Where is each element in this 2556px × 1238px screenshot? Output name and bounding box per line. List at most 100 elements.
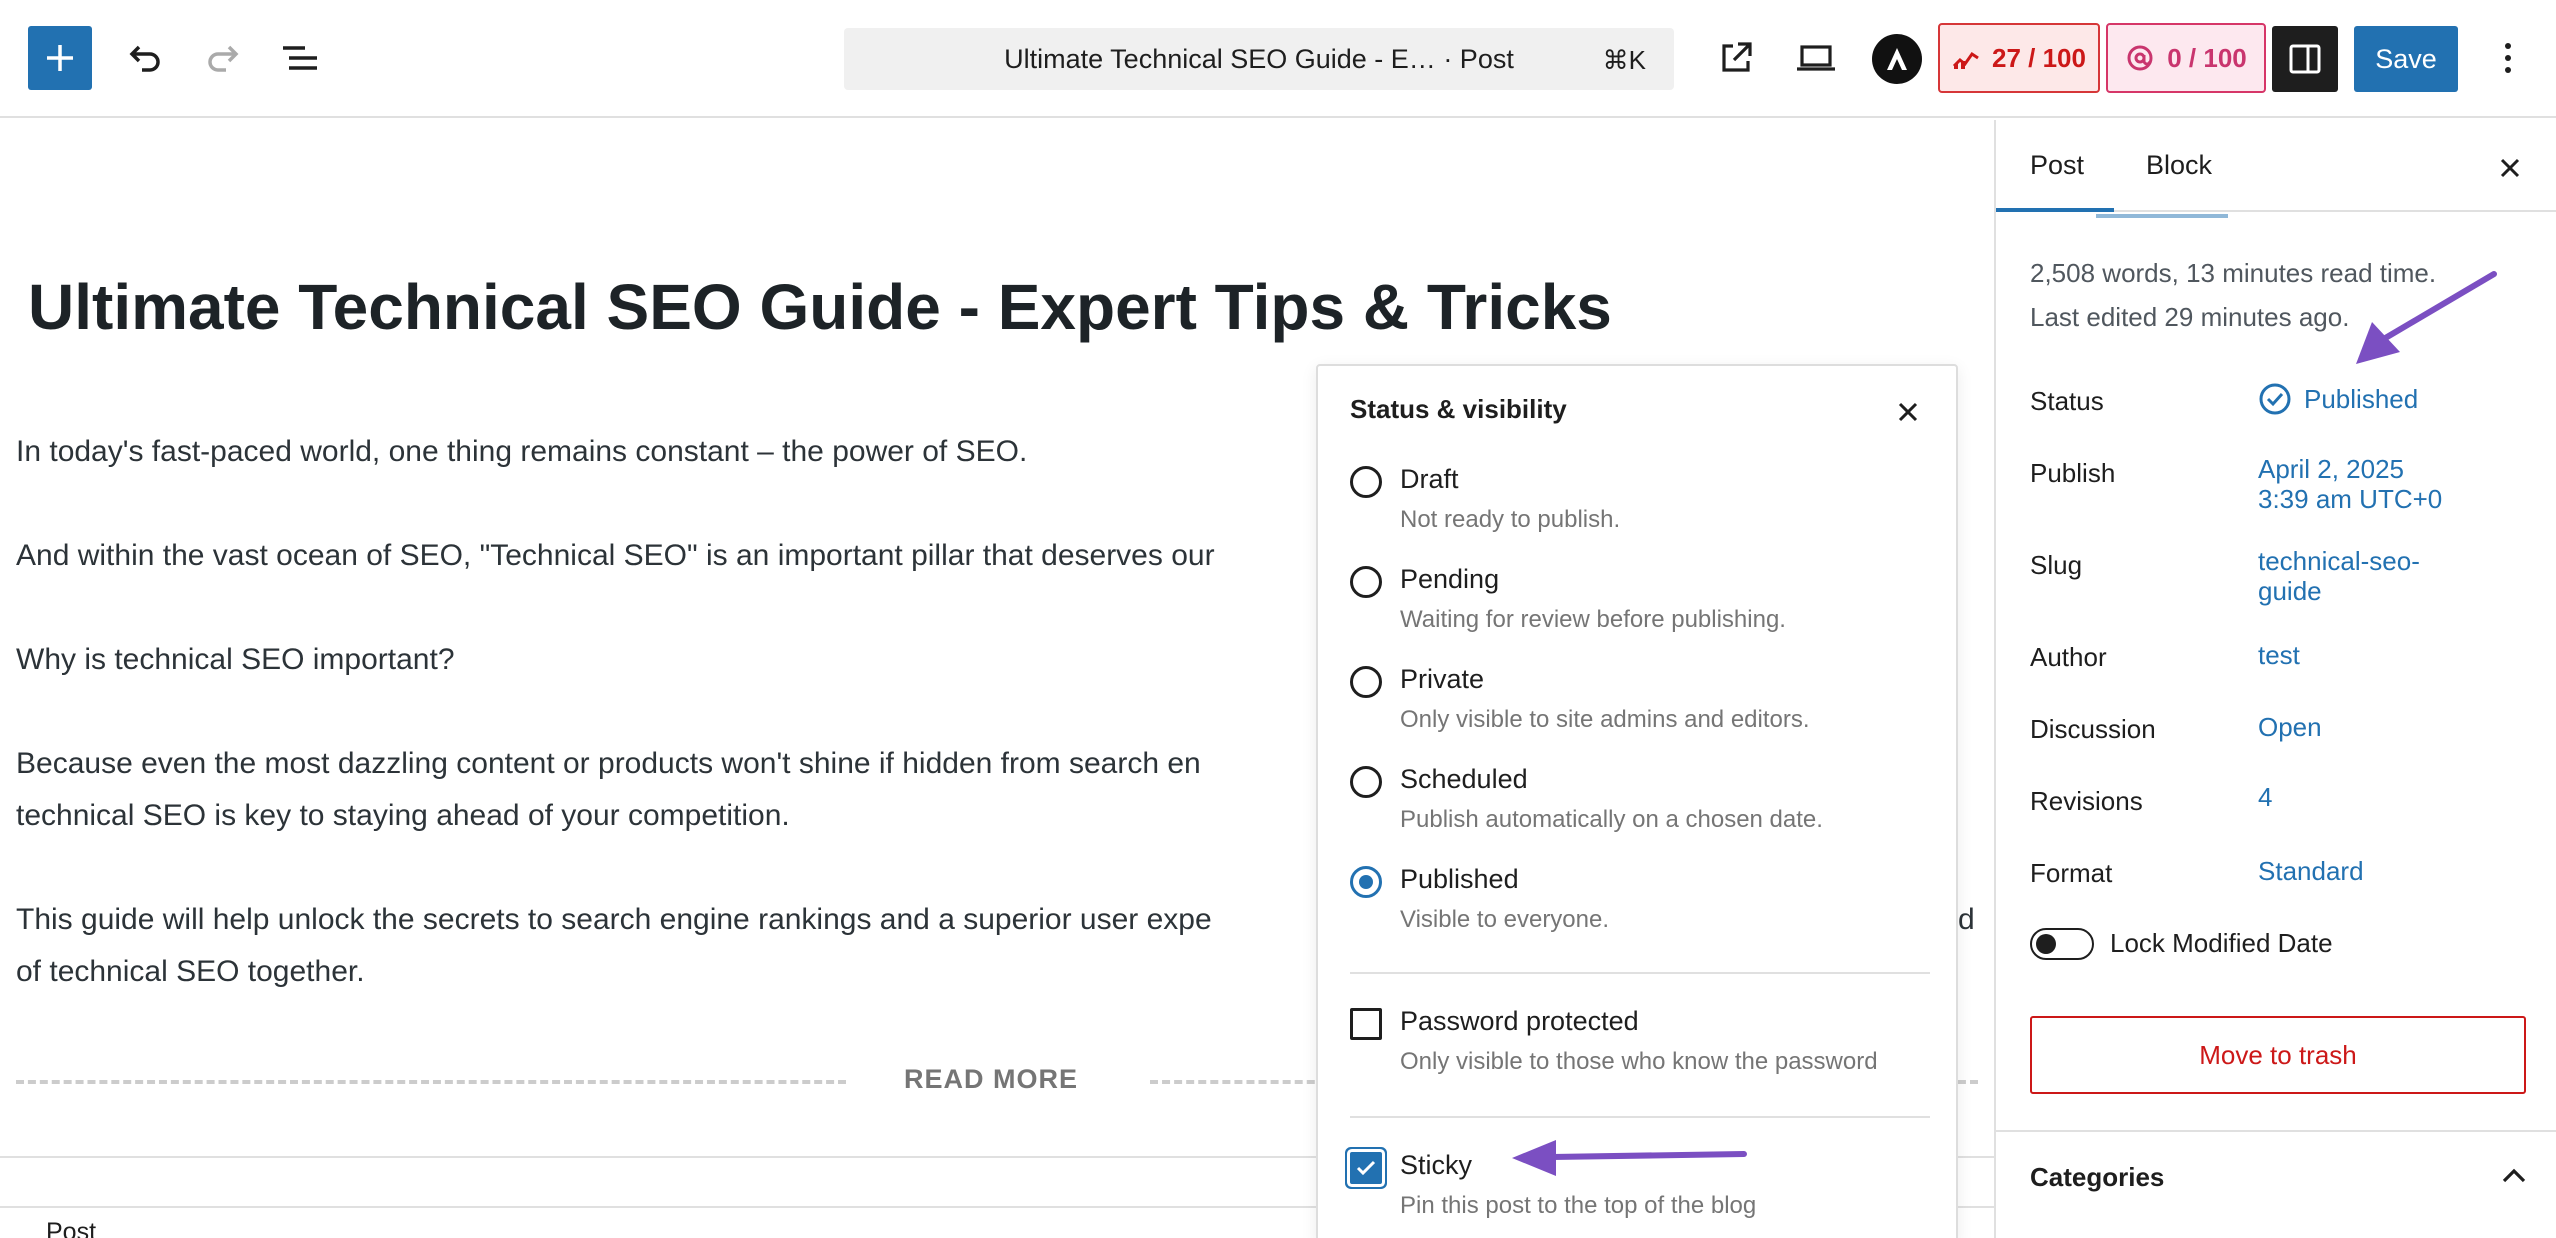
publish-label: Publish <box>2030 458 2116 488</box>
undo-button[interactable] <box>116 30 172 86</box>
slug-label: Slug <box>2030 550 2083 580</box>
slug-line: guide <box>2258 576 2322 606</box>
slug-value-button[interactable]: technical-seo- guide <box>2258 546 2420 606</box>
categories-toggle[interactable] <box>2494 1156 2534 1196</box>
section-divider <box>1996 1130 2556 1132</box>
popover-divider <box>1350 972 1930 974</box>
paragraph-block[interactable]: In today's fast-paced world, one thing r… <box>16 426 1027 478</box>
paragraph-block[interactable]: technical SEO is key to staying ahead of… <box>16 790 790 842</box>
move-to-trash-button[interactable]: Move to trash <box>2030 1016 2526 1094</box>
lock-modified-date-label: Lock Modified Date <box>2110 928 2333 958</box>
publish-date-button[interactable]: April 2, 2025 3:39 am UTC+0 <box>2258 454 2442 514</box>
document-overview-button[interactable] <box>272 30 328 86</box>
option-description: Only visible to those who know the passw… <box>1400 1048 1878 1075</box>
popover-close-button[interactable] <box>1886 390 1930 434</box>
word-count: 2,508 words, 13 minutes read time. <box>2030 258 2437 288</box>
laptop-icon <box>1797 45 1835 71</box>
read-more-label[interactable]: READ MORE <box>904 1064 1078 1095</box>
settings-sidebar: Post Block 2,508 words, 13 minutes read … <box>1994 120 2556 1238</box>
readability-score-badge[interactable]: 0 / 100 <box>2106 23 2266 93</box>
plus-icon <box>47 45 73 71</box>
paragraph-block[interactable]: Because even the most dazzling content o… <box>16 738 1201 790</box>
view-post-button[interactable] <box>1708 30 1764 86</box>
checkmark-icon <box>1356 1160 1376 1176</box>
status-visibility-popover: Status & visibility Draft Not ready to p… <box>1316 364 1958 1238</box>
option-label: Sticky <box>1400 1150 1473 1180</box>
status-value-button[interactable]: Published <box>2258 382 2418 416</box>
post-title[interactable]: Ultimate Technical SEO Guide - Expert Ti… <box>28 270 1612 344</box>
published-check-icon <box>2259 383 2291 415</box>
publish-date: April 2, 2025 <box>2258 454 2404 484</box>
radio-pending[interactable] <box>1350 566 1382 598</box>
option-label: Password protected <box>1400 1006 1639 1036</box>
option-label: Pending <box>1400 564 1500 594</box>
revisions-value[interactable]: 4 <box>2258 782 2272 812</box>
option-description: Publish automatically on a chosen date. <box>1400 806 1823 833</box>
discussion-value[interactable]: Open <box>2258 712 2322 742</box>
radio-private[interactable] <box>1350 666 1382 698</box>
scrolled-content-edge <box>2096 214 2228 218</box>
status-value: Published <box>2304 384 2419 414</box>
readability-icon <box>2127 45 2153 71</box>
seo-score-badge[interactable]: 27 / 100 <box>1938 23 2100 93</box>
popover-divider <box>1350 1116 1930 1118</box>
active-tab-indicator <box>1996 208 2114 212</box>
editor-toolbar: Ultimate Technical SEO Guide - E… · Post… <box>0 0 2556 118</box>
categories-panel-title[interactable]: Categories <box>2030 1162 2164 1193</box>
add-block-button[interactable] <box>28 26 92 90</box>
format-label: Format <box>2030 858 2113 888</box>
paragraph-block-overflow[interactable]: d <box>1958 894 1975 946</box>
publish-time: 3:39 am UTC+0 <box>2258 484 2443 514</box>
paragraph-block[interactable]: Why is technical SEO important? <box>16 634 455 686</box>
author-value[interactable]: test <box>2258 640 2300 670</box>
paragraph-block[interactable]: This guide will help unlock the secrets … <box>16 894 1212 946</box>
status-label: Status <box>2030 386 2104 416</box>
breadcrumb[interactable]: Post <box>46 1218 96 1238</box>
external-link-icon <box>1722 42 1752 72</box>
settings-sidebar-toggle[interactable] <box>2272 26 2338 92</box>
author-label: Author <box>2030 642 2107 672</box>
sidebar-close-button[interactable] <box>2488 146 2532 190</box>
close-icon <box>2500 158 2520 178</box>
last-edited: Last edited 29 minutes ago. <box>2030 302 2350 332</box>
format-value[interactable]: Standard <box>2258 856 2364 886</box>
option-description: Not ready to publish. <box>1400 506 1621 533</box>
radio-draft[interactable] <box>1350 466 1382 498</box>
seo-score-value: 27 / 100 <box>1992 42 2086 73</box>
command-shortcut: ⌘K <box>1602 45 1646 75</box>
discussion-label: Discussion <box>2030 714 2156 744</box>
command-bar-title: Ultimate Technical SEO Guide - E… · Post <box>1004 43 1514 74</box>
sticky-checkbox[interactable] <box>1350 1152 1382 1184</box>
option-description: Visible to everyone. <box>1400 906 1610 933</box>
redo-button[interactable] <box>196 30 252 86</box>
option-description: Waiting for review before publishing. <box>1400 606 1786 633</box>
paragraph-block[interactable]: of technical SEO together. <box>16 946 365 998</box>
more-vertical-icon <box>2505 43 2511 73</box>
divider-line-left <box>16 1080 846 1084</box>
radio-scheduled[interactable] <box>1350 766 1382 798</box>
list-view-icon <box>283 46 317 70</box>
sidebar-tabs: Post Block <box>1996 120 2556 212</box>
popover-title: Status & visibility <box>1350 394 1567 424</box>
preview-button[interactable] <box>1788 30 1844 86</box>
save-button[interactable]: Save <box>2354 26 2458 92</box>
options-menu-button[interactable] <box>2480 30 2536 86</box>
astra-settings-button[interactable] <box>1872 34 1922 84</box>
command-palette-bar[interactable]: Ultimate Technical SEO Guide - E… · Post… <box>844 28 1674 90</box>
revisions-label: Revisions <box>2030 786 2143 816</box>
paragraph-block[interactable]: And within the vast ocean of SEO, "Techn… <box>16 530 1215 582</box>
readability-score-value: 0 / 100 <box>2167 42 2247 73</box>
option-description: Pin this post to the top of the blog <box>1400 1192 1757 1219</box>
option-label: Private <box>1400 664 1485 694</box>
option-description: Only visible to site admins and editors. <box>1400 706 1810 733</box>
slug-line: technical-seo- <box>2258 546 2420 576</box>
tab-post[interactable]: Post <box>2030 150 2084 181</box>
lock-modified-date-toggle[interactable] <box>2030 928 2094 960</box>
tab-block[interactable]: Block <box>2146 150 2212 181</box>
chevron-up-icon <box>2502 1168 2526 1183</box>
undo-icon <box>129 45 160 72</box>
password-protected-checkbox[interactable] <box>1350 1008 1382 1040</box>
seo-chart-icon <box>1952 51 1979 69</box>
radio-published[interactable] <box>1350 866 1382 898</box>
option-label: Scheduled <box>1400 764 1528 794</box>
